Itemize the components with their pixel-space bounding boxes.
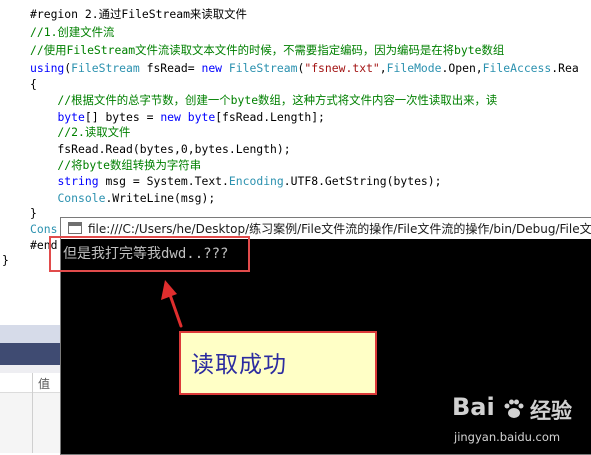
- panel-column-divider[interactable]: [32, 373, 33, 453]
- code-token: byte: [57, 110, 85, 124]
- code-token: new: [201, 61, 223, 75]
- code-token: [] bytes =: [84, 110, 161, 124]
- code-line: string msg = System.Text.Encoding.UTF8.G…: [30, 173, 442, 191]
- code-token: string: [57, 174, 99, 188]
- code-token: {: [30, 77, 37, 91]
- code-token: //将byte数组转换为字符串: [30, 158, 202, 172]
- console-window-icon[interactable]: [68, 222, 82, 234]
- code-token: .UTF8.GetString(bytes);: [283, 174, 442, 188]
- code-token: msg = System.Text.: [98, 174, 229, 188]
- code-line: //根据文件的总字节数，创建一个byte数组，这种方式将文件内容一次性读取出来，…: [30, 92, 497, 110]
- code-token: fsRead=: [139, 61, 202, 75]
- success-callout: 读取成功: [179, 331, 377, 395]
- code-token: .Rea: [551, 61, 579, 75]
- red-arrow-icon: [161, 280, 183, 328]
- code-line: Console.WriteLine(msg);: [30, 190, 215, 208]
- baidu-paw-icon: [504, 399, 524, 418]
- code-token: ,: [379, 61, 387, 75]
- code-token: using: [30, 61, 65, 75]
- highlight-box: [49, 236, 250, 272]
- code-token: "fsnew.txt": [304, 61, 380, 75]
- code-token: }: [30, 206, 37, 220]
- callout-text: 读取成功: [191, 352, 287, 378]
- code-token: .Open,: [441, 61, 483, 75]
- code-token: //使用FileStream文件流读取文本文件的时候，不需要指定编码，因为编码是…: [30, 43, 505, 57]
- code-token: fsRead.Read(bytes,0,bytes.Length);: [30, 142, 291, 156]
- code-token: //1.创建文件流: [30, 25, 115, 39]
- code-token: [fsRead.Length];: [215, 110, 325, 124]
- code-token: Console: [57, 191, 106, 205]
- code-line: using(FileStream fsRead= new FileStream(…: [30, 60, 579, 78]
- value-column-header[interactable]: 值: [38, 375, 50, 392]
- code-token: FileStream: [71, 61, 140, 75]
- code-token: FileMode: [386, 61, 442, 75]
- watermark-site: 经验: [530, 399, 572, 423]
- code-line: //2.读取文件: [30, 124, 130, 142]
- code-token: new: [160, 110, 181, 124]
- code-token: Cons: [30, 222, 58, 236]
- code-line: #region 2.通过FileStream来读取文件: [30, 6, 247, 24]
- code-token: }: [2, 253, 9, 267]
- baidu-watermark: Bai 经验 jingyan.baidu.com: [452, 393, 590, 451]
- code-line: }: [2, 252, 9, 270]
- code-token: FileAccess: [482, 61, 552, 75]
- console-titlebar[interactable]: file:///C:/Users/he/Desktop/练习案例/File文件流…: [61, 218, 591, 238]
- code-line: //1.创建文件流: [30, 24, 114, 42]
- console-title: file:///C:/Users/he/Desktop/练习案例/File文件流…: [88, 222, 591, 236]
- code-token: .WriteLine(msg);: [105, 191, 216, 205]
- code-token: Encoding: [228, 174, 284, 188]
- code-token: //2.读取文件: [30, 125, 131, 139]
- code-token: byte: [187, 110, 216, 124]
- watermark-url: jingyan.baidu.com: [454, 430, 561, 444]
- watermark-logo: Bai: [452, 393, 495, 421]
- code-token: #region 2.通过FileStream来读取文件: [30, 7, 247, 21]
- code-line: //使用FileStream文件流读取文本文件的时候，不需要指定编码，因为编码是…: [30, 42, 504, 60]
- code-token: FileStream: [228, 61, 298, 75]
- code-token: //根据文件的总字节数，创建一个byte数组，这种方式将文件内容一次性读取出来，…: [30, 93, 498, 107]
